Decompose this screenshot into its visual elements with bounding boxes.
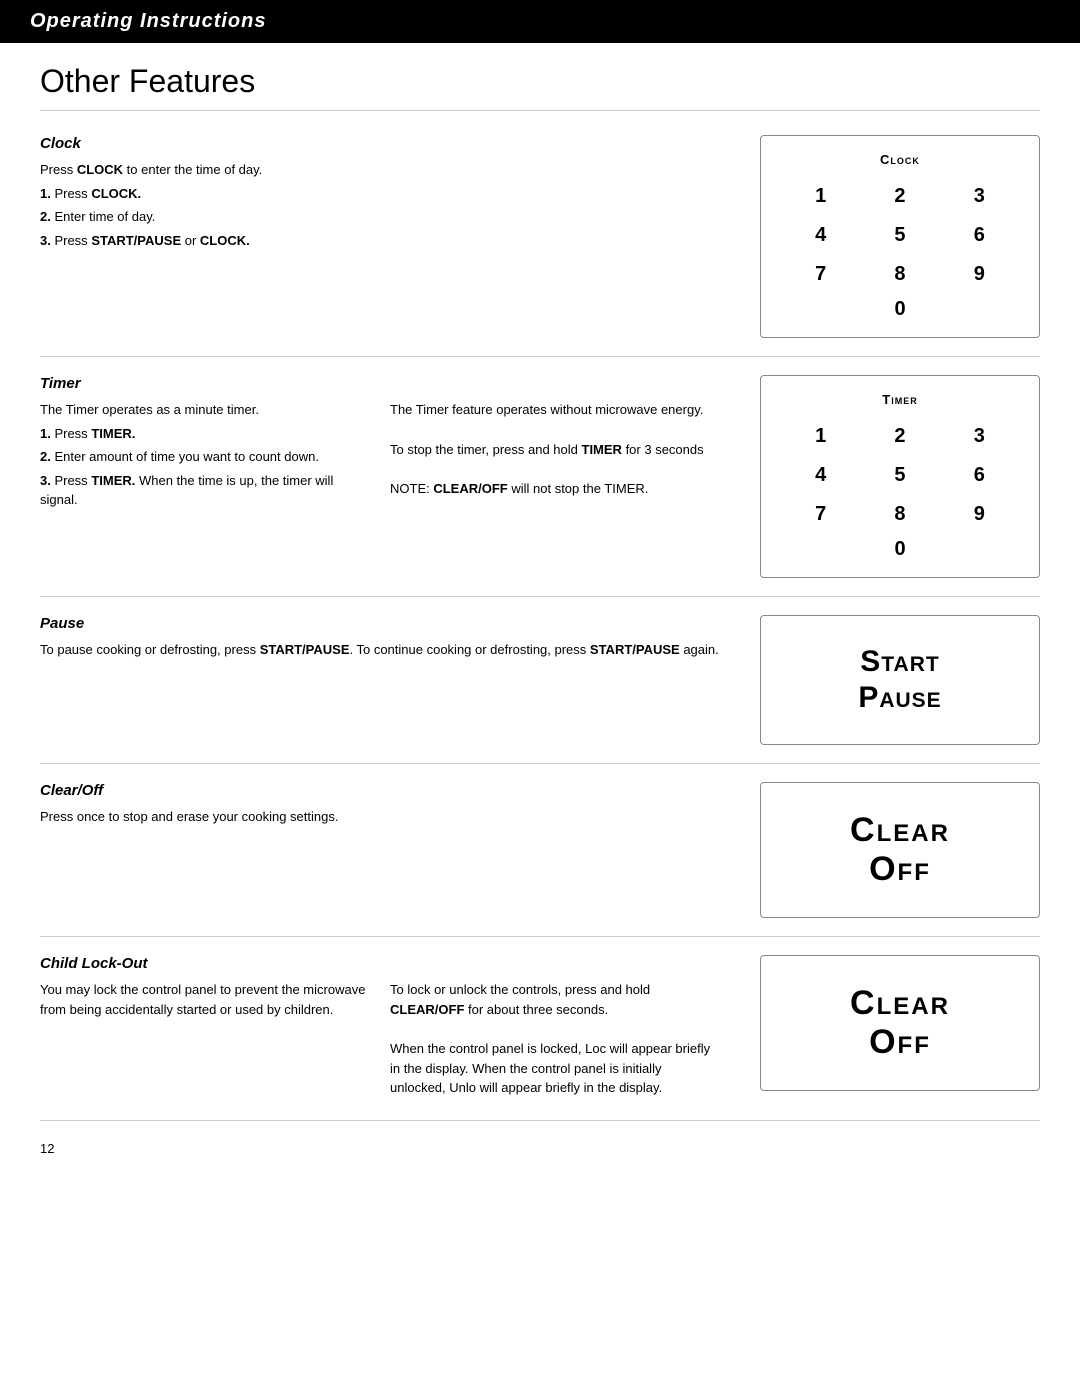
timer-step3: 3. Press TIMER. When the time is up, the… bbox=[40, 471, 370, 510]
child-lock-two-col: You may lock the control panel to preven… bbox=[40, 980, 720, 1102]
key-5: 5 bbox=[860, 220, 939, 251]
page-title: Other Features bbox=[40, 63, 1040, 111]
start-pause-box: Start Pause bbox=[760, 615, 1040, 745]
section-pause-text: Pause To pause cooking or defrosting, pr… bbox=[40, 615, 740, 664]
tkey-0: 0 bbox=[781, 538, 1019, 561]
page-number: 12 bbox=[40, 1141, 1040, 1156]
child-lock-clear-word: Clear bbox=[850, 984, 950, 1023]
pause-p1: To pause cooking or defrosting, press ST… bbox=[40, 640, 720, 660]
clear-word: Clear bbox=[850, 811, 950, 850]
timer-p1: The Timer operates as a minute timer. bbox=[40, 400, 370, 420]
child-lock-off-word: Off bbox=[850, 1023, 950, 1062]
pause-label: Pause bbox=[858, 680, 941, 716]
child-lock-p3: When the control panel is locked, Loc wi… bbox=[390, 1039, 720, 1098]
key-9: 9 bbox=[940, 259, 1019, 290]
section-clearoff-title: Clear/Off bbox=[40, 782, 720, 799]
key-3: 3 bbox=[940, 181, 1019, 212]
child-lock-clearoff-box: Clear Off bbox=[760, 955, 1040, 1091]
timer-keypad-grid: 1 2 3 4 5 6 7 8 9 bbox=[781, 421, 1019, 530]
section-clock-text: Clock Press CLOCK to enter the time of d… bbox=[40, 135, 740, 254]
clock-keypad-grid: 1 2 3 4 5 6 7 8 9 bbox=[781, 181, 1019, 290]
key-1: 1 bbox=[781, 181, 860, 212]
clock-p1: Press CLOCK to enter the time of day. bbox=[40, 160, 720, 180]
tkey-5: 5 bbox=[860, 460, 939, 491]
timer-keypad-box: Timer 1 2 3 4 5 6 7 8 9 0 bbox=[760, 375, 1040, 578]
key-7: 7 bbox=[781, 259, 860, 290]
timer-col1: The Timer operates as a minute timer. 1.… bbox=[40, 400, 370, 514]
tkey-9: 9 bbox=[940, 499, 1019, 530]
section-timer-text: Timer The Timer operates as a minute tim… bbox=[40, 375, 740, 514]
timer-note: NOTE: CLEAR/OFF will not stop the TIMER. bbox=[390, 479, 720, 499]
section-child-lock-title: Child Lock-Out bbox=[40, 955, 720, 972]
key-2: 2 bbox=[860, 181, 939, 212]
tkey-8: 8 bbox=[860, 499, 939, 530]
key-0-clock: 0 bbox=[781, 298, 1019, 321]
clock-keypad-box: Clock 1 2 3 4 5 6 7 8 9 0 bbox=[760, 135, 1040, 338]
tkey-7: 7 bbox=[781, 499, 860, 530]
section-clearoff-text: Clear/Off Press once to stop and erase y… bbox=[40, 782, 740, 831]
child-lock-col2: To lock or unlock the controls, press an… bbox=[390, 980, 720, 1102]
tkey-6: 6 bbox=[940, 460, 1019, 491]
timer-two-col: The Timer operates as a minute timer. 1.… bbox=[40, 400, 720, 514]
clock-step3: 3. Press START/PAUSE or CLOCK. bbox=[40, 231, 720, 251]
key-8: 8 bbox=[860, 259, 939, 290]
tkey-2: 2 bbox=[860, 421, 939, 452]
child-lock-clearoff-label: Clear Off bbox=[850, 984, 950, 1062]
section-pause-title: Pause bbox=[40, 615, 720, 632]
start-label: Start bbox=[858, 644, 941, 680]
key-6: 6 bbox=[940, 220, 1019, 251]
section-clock: Clock Press CLOCK to enter the time of d… bbox=[40, 117, 1040, 357]
tkey-1: 1 bbox=[781, 421, 860, 452]
clearoff-label: Clear Off bbox=[850, 811, 950, 889]
timer-keypad-label: Timer bbox=[781, 392, 1019, 407]
clearoff-p1: Press once to stop and erase your cookin… bbox=[40, 807, 720, 827]
key-4: 4 bbox=[781, 220, 860, 251]
timer-p2: The Timer feature operates without micro… bbox=[390, 400, 720, 420]
timer-col2: The Timer feature operates without micro… bbox=[390, 400, 720, 514]
header-bar: Operating Instructions bbox=[0, 0, 1080, 43]
child-lock-p2: To lock or unlock the controls, press an… bbox=[390, 980, 720, 1019]
section-clock-title: Clock bbox=[40, 135, 720, 152]
header-title: Operating Instructions bbox=[30, 10, 1050, 33]
section-timer-title: Timer bbox=[40, 375, 720, 392]
timer-stop: To stop the timer, press and hold TIMER … bbox=[390, 440, 720, 460]
child-lock-col1: You may lock the control panel to preven… bbox=[40, 980, 370, 1102]
clock-keypad-label: Clock bbox=[781, 152, 1019, 167]
section-clearoff: Clear/Off Press once to stop and erase y… bbox=[40, 764, 1040, 937]
timer-step2: 2. Enter amount of time you want to coun… bbox=[40, 447, 370, 467]
section-pause: Pause To pause cooking or defrosting, pr… bbox=[40, 597, 1040, 764]
timer-step1: 1. Press TIMER. bbox=[40, 424, 370, 444]
clock-step2: 2. Enter time of day. bbox=[40, 207, 720, 227]
start-pause-label: Start Pause bbox=[858, 644, 941, 716]
tkey-4: 4 bbox=[781, 460, 860, 491]
section-child-lock-text: Child Lock-Out You may lock the control … bbox=[40, 955, 740, 1102]
clearoff-box: Clear Off bbox=[760, 782, 1040, 918]
section-timer: Timer The Timer operates as a minute tim… bbox=[40, 357, 1040, 597]
off-word: Off bbox=[850, 850, 950, 889]
clock-step1: 1. Press CLOCK. bbox=[40, 184, 720, 204]
child-lock-p1: You may lock the control panel to preven… bbox=[40, 980, 370, 1019]
page-content: Other Features Clock Press CLOCK to ente… bbox=[0, 43, 1080, 1196]
section-child-lock: Child Lock-Out You may lock the control … bbox=[40, 937, 1040, 1121]
tkey-3: 3 bbox=[940, 421, 1019, 452]
